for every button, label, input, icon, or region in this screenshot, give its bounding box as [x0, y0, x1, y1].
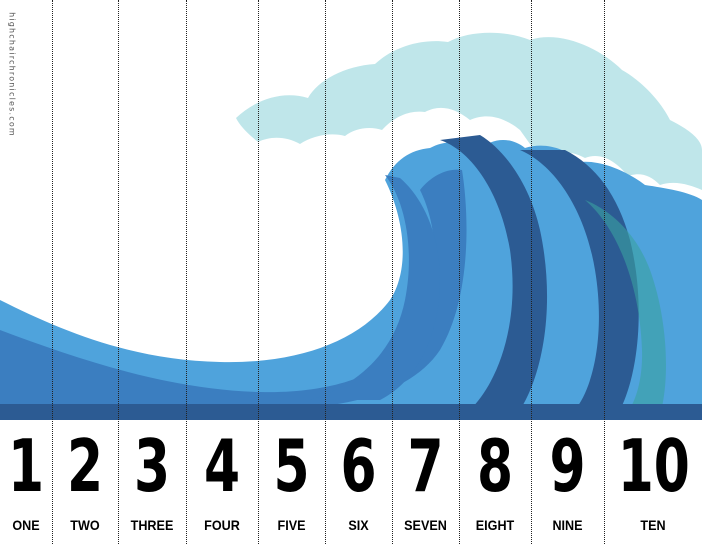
strip-number: 3 [133, 424, 171, 508]
cut-line [604, 0, 605, 544]
strip-number: 6 [340, 424, 377, 508]
cut-line [459, 0, 460, 544]
cut-line [392, 0, 393, 544]
wave-base [0, 404, 702, 420]
cut-line [186, 0, 187, 544]
strip-number: 8 [476, 424, 514, 508]
wave-illustration [0, 32, 702, 420]
cut-line [531, 0, 532, 544]
strip-number: 10 [617, 424, 690, 508]
strip-number: 5 [273, 424, 310, 508]
strip-word: TWO [70, 517, 100, 533]
strip-word: SEVEN [404, 517, 447, 533]
strip-word: SIX [348, 517, 369, 533]
strip-number: 9 [549, 424, 586, 508]
strip-word: THREE [130, 517, 174, 533]
puzzle-page: highchairchronicles.com 1 ONE 2 TWO 3 TH… [0, 0, 702, 544]
strip-word: NINE [552, 517, 583, 533]
strip-word: FOUR [204, 517, 240, 533]
cut-line [118, 0, 119, 544]
cut-line [52, 0, 53, 544]
cut-line [258, 0, 259, 544]
strip-word: ONE [12, 517, 40, 533]
watermark-text: highchairchronicles.com [7, 12, 17, 137]
strip-number: 2 [66, 424, 104, 508]
strip-number: 4 [203, 424, 241, 508]
cut-line [325, 0, 326, 544]
strip-word: TEN [640, 517, 666, 533]
strip-number: 1 [7, 424, 45, 508]
strip-word: EIGHT [475, 517, 515, 533]
strip-number: 7 [407, 424, 444, 508]
strip-word: FIVE [277, 517, 306, 533]
